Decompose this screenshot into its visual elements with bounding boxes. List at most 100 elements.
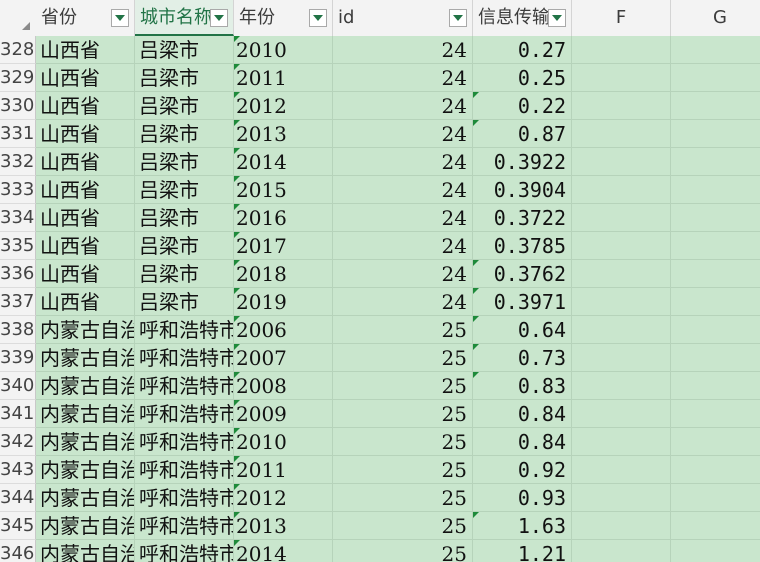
cell-province[interactable]: 山西省: [36, 148, 135, 176]
cell-city[interactable]: 呼和浩特市: [135, 428, 234, 456]
cell-province[interactable]: 内蒙古自治: [36, 512, 135, 540]
cell-id[interactable]: 25: [333, 540, 473, 562]
cell-city[interactable]: 吕梁市: [135, 64, 234, 92]
column-header-province[interactable]: 省份: [36, 0, 135, 36]
row-number[interactable]: 340: [0, 372, 36, 400]
cell-city[interactable]: 吕梁市: [135, 288, 234, 316]
cell-city[interactable]: 呼和浩特市: [135, 316, 234, 344]
cell-g[interactable]: [671, 36, 760, 64]
cell-id[interactable]: 24: [333, 232, 473, 260]
cell-year[interactable]: 2010: [234, 36, 333, 64]
select-all-button[interactable]: [0, 0, 36, 36]
cell-info[interactable]: 0.87: [473, 120, 572, 148]
cell-year[interactable]: 2013: [234, 512, 333, 540]
cell-f[interactable]: [572, 204, 671, 232]
row-number[interactable]: 338: [0, 316, 36, 344]
row-number[interactable]: 333: [0, 176, 36, 204]
row-number[interactable]: 334: [0, 204, 36, 232]
column-header-g[interactable]: G: [671, 0, 760, 36]
row-number[interactable]: 344: [0, 484, 36, 512]
cell-city[interactable]: 吕梁市: [135, 204, 234, 232]
cell-id[interactable]: 24: [333, 120, 473, 148]
filter-dropdown-icon[interactable]: [548, 9, 566, 27]
cell-year[interactable]: 2012: [234, 484, 333, 512]
cell-province[interactable]: 山西省: [36, 288, 135, 316]
cell-g[interactable]: [671, 456, 760, 484]
cell-province[interactable]: 内蒙古自治: [36, 344, 135, 372]
cell-id[interactable]: 24: [333, 204, 473, 232]
row-number[interactable]: 346: [0, 540, 36, 562]
cell-f[interactable]: [572, 92, 671, 120]
cell-province[interactable]: 内蒙古自治: [36, 456, 135, 484]
cell-city[interactable]: 吕梁市: [135, 176, 234, 204]
cell-g[interactable]: [671, 260, 760, 288]
cell-year[interactable]: 2019: [234, 288, 333, 316]
cell-province[interactable]: 山西省: [36, 120, 135, 148]
cell-city[interactable]: 吕梁市: [135, 148, 234, 176]
cell-id[interactable]: 25: [333, 512, 473, 540]
row-number[interactable]: 332: [0, 148, 36, 176]
cell-g[interactable]: [671, 400, 760, 428]
cell-info[interactable]: 0.27: [473, 36, 572, 64]
cell-g[interactable]: [671, 344, 760, 372]
column-header-year[interactable]: 年份: [234, 0, 333, 36]
cell-info[interactable]: 0.84: [473, 400, 572, 428]
cell-g[interactable]: [671, 232, 760, 260]
cell-info[interactable]: 0.3971: [473, 288, 572, 316]
filter-dropdown-icon[interactable]: [210, 9, 228, 27]
filter-dropdown-icon[interactable]: [449, 9, 467, 27]
cell-year[interactable]: 2006: [234, 316, 333, 344]
cell-f[interactable]: [572, 512, 671, 540]
cell-g[interactable]: [671, 148, 760, 176]
cell-g[interactable]: [671, 204, 760, 232]
row-number[interactable]: 343: [0, 456, 36, 484]
cell-year[interactable]: 2011: [234, 64, 333, 92]
cell-id[interactable]: 25: [333, 428, 473, 456]
cell-id[interactable]: 24: [333, 176, 473, 204]
cell-id[interactable]: 25: [333, 400, 473, 428]
cell-province[interactable]: 山西省: [36, 64, 135, 92]
cell-year[interactable]: 2011: [234, 456, 333, 484]
row-number[interactable]: 328: [0, 36, 36, 64]
cell-g[interactable]: [671, 540, 760, 562]
column-header-f[interactable]: F: [572, 0, 671, 36]
row-number[interactable]: 339: [0, 344, 36, 372]
cell-f[interactable]: [572, 428, 671, 456]
row-number[interactable]: 345: [0, 512, 36, 540]
cell-g[interactable]: [671, 288, 760, 316]
cell-g[interactable]: [671, 92, 760, 120]
cell-city[interactable]: 呼和浩特市: [135, 400, 234, 428]
cell-info[interactable]: 0.93: [473, 484, 572, 512]
filter-dropdown-icon[interactable]: [309, 9, 327, 27]
cell-province[interactable]: 山西省: [36, 260, 135, 288]
cell-f[interactable]: [572, 120, 671, 148]
cell-info[interactable]: 0.92: [473, 456, 572, 484]
cell-info[interactable]: 0.3922: [473, 148, 572, 176]
cell-f[interactable]: [572, 372, 671, 400]
cell-id[interactable]: 24: [333, 288, 473, 316]
cell-city[interactable]: 呼和浩特市: [135, 372, 234, 400]
cell-province[interactable]: 内蒙古自治: [36, 400, 135, 428]
row-number[interactable]: 330: [0, 92, 36, 120]
cell-f[interactable]: [572, 344, 671, 372]
cell-year[interactable]: 2014: [234, 540, 333, 562]
cell-year[interactable]: 2016: [234, 204, 333, 232]
cell-id[interactable]: 25: [333, 484, 473, 512]
row-number[interactable]: 329: [0, 64, 36, 92]
cell-year[interactable]: 2007: [234, 344, 333, 372]
cell-g[interactable]: [671, 428, 760, 456]
cell-info[interactable]: 0.3904: [473, 176, 572, 204]
cell-province[interactable]: 内蒙古自治: [36, 316, 135, 344]
cell-city[interactable]: 呼和浩特市: [135, 484, 234, 512]
cell-city[interactable]: 吕梁市: [135, 232, 234, 260]
cell-f[interactable]: [572, 456, 671, 484]
column-header-id[interactable]: id: [333, 0, 473, 36]
cell-info[interactable]: 0.64: [473, 316, 572, 344]
cell-g[interactable]: [671, 64, 760, 92]
column-header-info[interactable]: 信息传输: [473, 0, 572, 36]
cell-info[interactable]: 0.84: [473, 428, 572, 456]
column-header-city[interactable]: 城市名称: [135, 0, 234, 36]
cell-info[interactable]: 0.3722: [473, 204, 572, 232]
cell-year[interactable]: 2017: [234, 232, 333, 260]
cell-id[interactable]: 25: [333, 372, 473, 400]
